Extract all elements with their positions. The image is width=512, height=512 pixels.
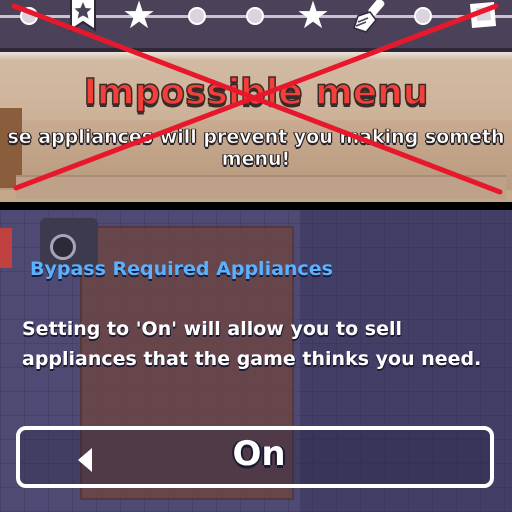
setting-value-selector[interactable]: On (16, 426, 494, 488)
setting-title: Bypass Required Appliances (30, 258, 333, 280)
background-appliance (0, 228, 12, 268)
settings-panel: Bypass Required Appliances Setting to 'O… (0, 210, 512, 512)
setting-description: Setting to 'On' will allow you to sell a… (22, 318, 482, 370)
impossible-menu-panel: ★ ★ Impossible menu se appliances will p… (0, 0, 512, 204)
red-cross-overlay (11, 3, 503, 195)
setting-value: On (232, 434, 286, 474)
stove-knob-icon (50, 234, 76, 260)
panel-divider (0, 202, 512, 210)
